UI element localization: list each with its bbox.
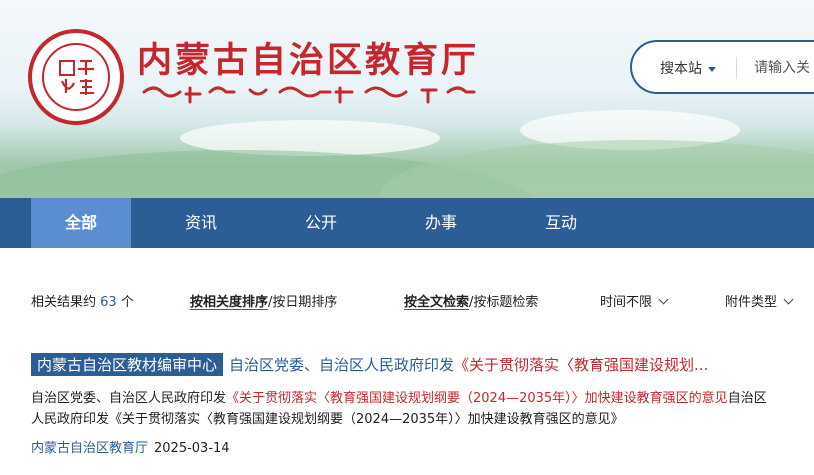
- search-scope-dropdown[interactable]: 搜本站: [660, 58, 716, 78]
- search-mode-options: 按全文检索/按标题检索: [404, 291, 538, 310]
- result-count: 相关结果约 63 个: [31, 291, 134, 310]
- attachment-filter-dropdown[interactable]: 附件类型: [725, 291, 794, 310]
- attachment-filter-label: 附件类型: [725, 295, 778, 310]
- result-title-link[interactable]: 内蒙古自治区教材编审中心 自治区党委、自治区人民政府印发《关于贯彻落实〈教育强国建…: [31, 353, 811, 377]
- snippet-text: 自治区党委、自治区人民政府印发: [31, 391, 227, 406]
- divider: [736, 57, 737, 79]
- result-date: 2025-03-14: [154, 441, 230, 456]
- result-title-highlight: 《关于贯彻落实〈教育强国建设规划...: [454, 356, 709, 374]
- emblem-seal-icon[interactable]: [28, 29, 124, 125]
- tab-services[interactable]: 办事: [391, 198, 491, 248]
- tab-all[interactable]: 全部: [31, 198, 131, 248]
- tab-public[interactable]: 公开: [271, 198, 371, 248]
- sort-date-link[interactable]: /按日期排序: [268, 295, 337, 310]
- chevron-down-icon: [658, 294, 669, 305]
- tab-news[interactable]: 资讯: [151, 198, 251, 248]
- search-scope-label: 搜本站: [660, 61, 702, 77]
- sort-options: 按相关度排序/按日期排序: [190, 291, 337, 310]
- time-filter-label: 时间不限: [600, 295, 653, 310]
- result-meta: 内蒙古自治区教育厅 2025-03-14: [31, 437, 230, 456]
- grassland-decoration: [380, 140, 814, 198]
- result-count-prefix: 相关结果约: [31, 295, 97, 310]
- mongolian-script-title: [142, 86, 476, 104]
- title-search-link[interactable]: /按标题检索: [469, 295, 538, 310]
- main-nav: 全部 资讯 公开 办事 互动: [0, 198, 814, 248]
- result-count-number: 63: [100, 295, 117, 310]
- tab-interaction[interactable]: 互动: [511, 198, 611, 248]
- sort-relevance-link[interactable]: 按相关度排序: [190, 295, 268, 310]
- result-snippet: 自治区党委、自治区人民政府印发《关于贯彻落实〈教育强国建设规划纲要（2024—2…: [31, 388, 776, 430]
- result-count-suffix: 个: [120, 295, 134, 310]
- source-tag: 内蒙古自治区教材编审中心: [31, 353, 224, 376]
- caret-down-icon: [708, 66, 716, 72]
- result-source-link[interactable]: 内蒙古自治区教育厅: [31, 441, 148, 456]
- search-bar: 搜本站: [630, 40, 814, 94]
- search-input[interactable]: [752, 52, 814, 84]
- fulltext-search-link[interactable]: 按全文检索: [404, 295, 469, 310]
- result-title-text: 自治区党委、自治区人民政府印发: [229, 356, 455, 374]
- snippet-highlight: 《关于贯彻落实〈教育强国建设规划纲要（2024—2035年）〉加快建设教育强区的…: [226, 391, 728, 406]
- header-banner: 内蒙古自治区教育厅 搜本站: [0, 0, 814, 198]
- time-filter-dropdown[interactable]: 时间不限: [600, 291, 669, 310]
- site-title: 内蒙古自治区教育厅: [137, 40, 480, 81]
- filter-bar: 相关结果约 63 个 按相关度排序/按日期排序 按全文检索/按标题检索 时间不限…: [0, 288, 814, 312]
- chevron-down-icon: [783, 294, 794, 305]
